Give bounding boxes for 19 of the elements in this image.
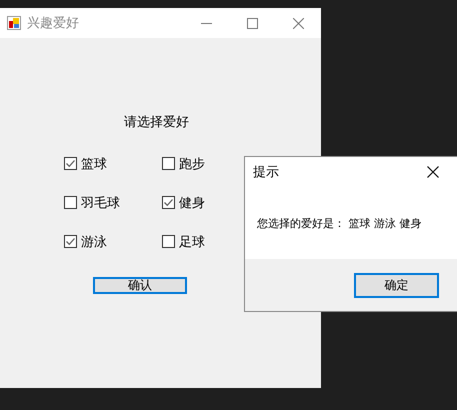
check-icon [65,158,76,169]
check-icon [65,236,76,247]
hobby-checkbox[interactable]: 健身 [162,194,242,211]
ok-button[interactable]: 确定 [354,273,439,298]
hobby-checkbox[interactable]: 足球 [162,233,242,250]
maximize-icon[interactable] [247,18,258,28]
dialog-title: 提示 [253,164,279,181]
close-icon[interactable] [427,166,439,178]
app-icon [7,16,21,30]
confirm-button[interactable]: 确认 [93,277,187,294]
hobby-checkbox[interactable]: 羽毛球 [64,194,162,211]
prompt-label: 请选择爱好 [124,114,189,131]
hobby-checkbox[interactable]: 跑步 [162,155,242,172]
check-icon [163,197,174,208]
hobby-checkbox[interactable]: 篮球 [64,155,162,172]
window-title: 兴趣爱好 [27,15,79,32]
dialog-message: 您选择的爱好是： 篮球 游泳 健身 [257,216,422,230]
hobby-checkbox[interactable]: 游泳 [64,233,162,250]
minimize-icon[interactable] [201,22,212,24]
